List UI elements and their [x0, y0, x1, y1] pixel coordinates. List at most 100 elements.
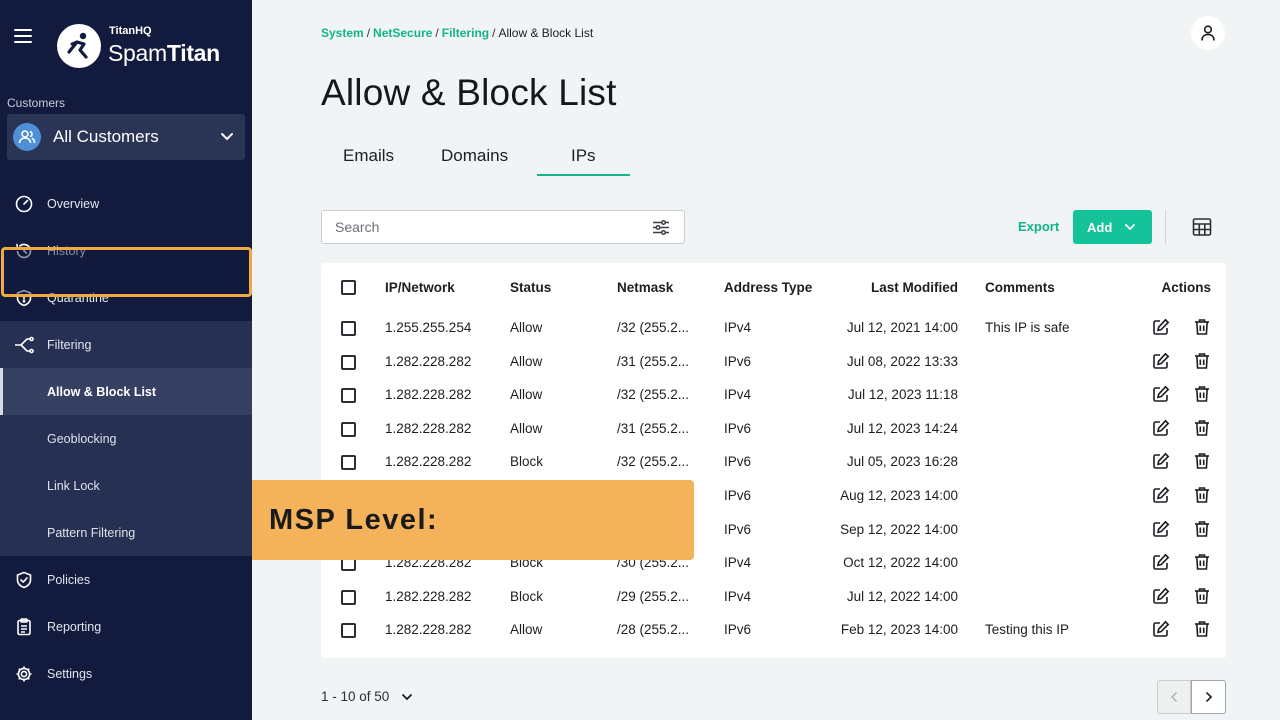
- cell-netmask: /31 (255.2...: [617, 353, 690, 369]
- column-header-netmask[interactable]: Netmask: [617, 280, 673, 295]
- column-header-status[interactable]: Status: [510, 280, 551, 295]
- cell-last-modified: Jul 12, 2022 14:00: [846, 588, 958, 604]
- msp-level-caption: MSP Level:: [252, 480, 694, 560]
- edit-icon[interactable]: [1152, 352, 1170, 375]
- row-checkbox[interactable]: [341, 455, 356, 471]
- sidebar-subitem-label: Link Lock: [47, 478, 100, 493]
- row-checkbox[interactable]: [341, 589, 356, 605]
- delete-icon[interactable]: [1193, 620, 1211, 643]
- sidebar-subitem-link-lock[interactable]: Link Lock: [0, 462, 252, 509]
- row-checkbox[interactable]: [341, 388, 356, 404]
- search-input[interactable]: [322, 211, 622, 243]
- breadcrumb: System / NetSecure / Filtering / Allow & Block…: [321, 26, 593, 40]
- edit-icon[interactable]: [1152, 452, 1170, 475]
- chevron-down-icon: [221, 133, 233, 141]
- breadcrumb-separator: /: [366, 26, 371, 40]
- cell-status: Block: [510, 588, 544, 604]
- filter-settings-icon[interactable]: [652, 219, 670, 236]
- add-button[interactable]: Add: [1073, 210, 1152, 244]
- breadcrumb-system[interactable]: System: [321, 26, 364, 40]
- menu-icon[interactable]: [14, 29, 32, 43]
- users-icon: [13, 123, 41, 151]
- next-page-button[interactable]: [1191, 680, 1226, 714]
- delete-icon[interactable]: [1193, 452, 1211, 475]
- column-header-last-modified[interactable]: Last Modified: [871, 280, 958, 295]
- user-profile-button[interactable]: [1191, 16, 1225, 50]
- delete-icon[interactable]: [1193, 486, 1211, 509]
- cell-netmask: /32 (255.2...: [617, 387, 690, 403]
- brand-name-light: Spam: [108, 40, 167, 66]
- select-all-checkbox[interactable]: [341, 280, 356, 295]
- column-header-address-type[interactable]: Address Type: [724, 280, 812, 295]
- cell-address-type: IPv4: [724, 588, 752, 604]
- row-checkbox[interactable]: [341, 354, 356, 370]
- sidebar-subitem-geoblocking[interactable]: Geoblocking: [0, 415, 252, 462]
- chevron-right-icon: [1205, 692, 1212, 702]
- edit-icon[interactable]: [1152, 620, 1170, 643]
- edit-icon[interactable]: [1152, 318, 1170, 341]
- cell-address-type: IPv6: [724, 521, 752, 537]
- delete-icon[interactable]: [1193, 385, 1211, 408]
- cell-last-modified: Feb 12, 2023 14:00: [840, 622, 958, 638]
- page-size-selector[interactable]: 1 - 10 of 50: [321, 689, 413, 704]
- edit-icon[interactable]: [1152, 553, 1170, 576]
- delete-icon[interactable]: [1193, 352, 1211, 375]
- cell-status: Allow: [510, 622, 543, 638]
- chevron-left-icon: [1170, 692, 1177, 702]
- row-checkbox[interactable]: [341, 421, 356, 437]
- sidebar-item-reporting[interactable]: Reporting: [0, 603, 252, 650]
- cell-status: Block: [510, 454, 544, 470]
- previous-page-button[interactable]: [1157, 680, 1191, 714]
- delete-icon[interactable]: [1193, 419, 1211, 442]
- history-highlight-box: [1, 247, 252, 297]
- delete-icon[interactable]: [1193, 318, 1211, 341]
- edit-icon[interactable]: [1152, 587, 1170, 610]
- breadcrumb-filtering[interactable]: Filtering: [442, 26, 489, 40]
- cell-netmask: /28 (255.2...: [617, 622, 690, 638]
- edit-icon[interactable]: [1152, 419, 1170, 442]
- row-checkbox[interactable]: [341, 321, 356, 336]
- sidebar-item-settings[interactable]: Settings: [0, 650, 252, 697]
- tab-emails[interactable]: Emails: [343, 146, 394, 166]
- customers-label: Customers: [7, 96, 66, 110]
- cell-netmask: /32 (255.2...: [617, 454, 690, 470]
- cell-ip: 1.282.228.282: [385, 588, 472, 604]
- sidebar-subitem-label: Allow & Block List: [47, 384, 157, 399]
- sidebar-item-filtering[interactable]: Filtering: [0, 321, 252, 368]
- delete-icon[interactable]: [1193, 587, 1211, 610]
- column-header-ip[interactable]: IP/Network: [385, 280, 455, 295]
- sidebar-item-label: Policies: [47, 572, 91, 587]
- edit-icon[interactable]: [1152, 385, 1170, 408]
- brand-name: SpamTitan: [108, 40, 220, 67]
- cell-last-modified: Jul 12, 2021 14:00: [846, 320, 958, 335]
- cell-address-type: IPv4: [724, 555, 752, 571]
- sidebar-subitem-allow-block-list[interactable]: Allow & Block List: [0, 368, 252, 415]
- column-header-actions: Actions: [1161, 280, 1211, 295]
- cell-last-modified: Oct 12, 2022 14:00: [843, 555, 958, 571]
- cell-status: Allow: [510, 420, 543, 436]
- sidebar-item-overview[interactable]: Overview: [0, 180, 252, 227]
- cell-ip: 1.282.228.282: [385, 622, 472, 638]
- cell-address-type: IPv6: [724, 488, 752, 503]
- cell-ip: 1.282.228.282: [385, 387, 472, 403]
- edit-icon[interactable]: [1152, 520, 1170, 543]
- row-checkbox[interactable]: [341, 623, 356, 639]
- edit-icon[interactable]: [1152, 486, 1170, 509]
- cell-ip: 1.282.228.282: [385, 420, 472, 436]
- tab-domains[interactable]: Domains: [441, 146, 508, 166]
- delete-icon[interactable]: [1193, 553, 1211, 576]
- add-button-label: Add: [1087, 219, 1113, 235]
- delete-icon[interactable]: [1193, 520, 1211, 543]
- tab-ips[interactable]: IPs: [571, 146, 596, 166]
- column-header-comments[interactable]: Comments: [985, 280, 1055, 295]
- cell-last-modified: Aug 12, 2023 14:00: [840, 488, 958, 503]
- clipboard-icon: [14, 617, 34, 637]
- customer-selector[interactable]: All Customers: [7, 114, 245, 160]
- sidebar-item-label: Settings: [47, 666, 93, 681]
- sidebar-item-policies[interactable]: Policies: [0, 556, 252, 603]
- breadcrumb-netsecure[interactable]: NetSecure: [373, 26, 432, 40]
- cell-address-type: IPv6: [724, 353, 752, 369]
- table-columns-icon[interactable]: [1192, 217, 1212, 237]
- export-button[interactable]: Export: [1018, 219, 1059, 234]
- sidebar-subitem-pattern-filtering[interactable]: Pattern Filtering: [0, 509, 252, 556]
